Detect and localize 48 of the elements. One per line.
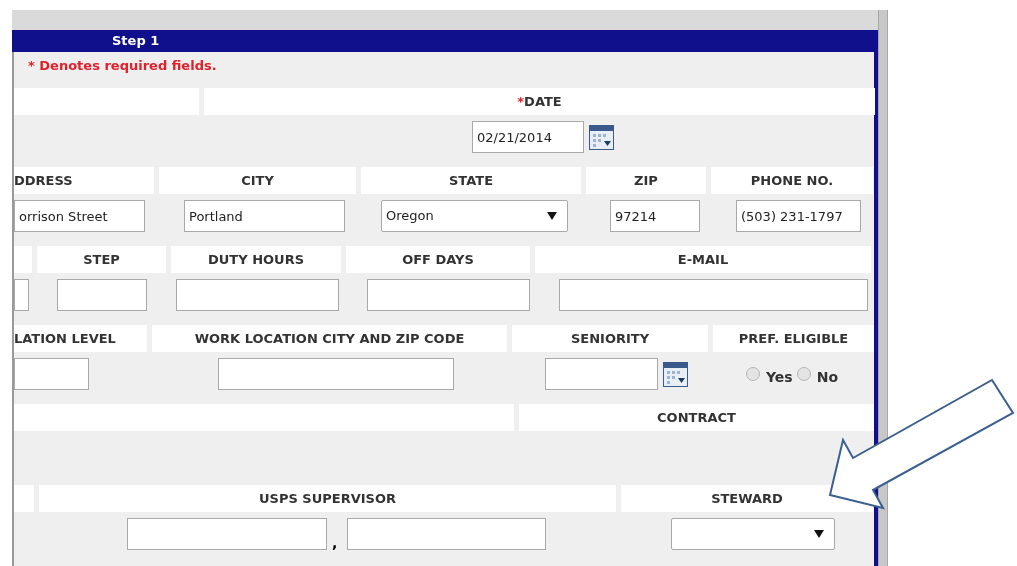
column-header: E-MAIL [677,250,729,269]
radio-button[interactable] [746,367,760,381]
panel-title: Step 1 [112,32,160,51]
blank-header-cell [14,485,34,512]
column-header: SENIORITY [570,329,650,348]
column-header: CONTRACT [657,408,736,427]
date-field[interactable] [545,358,658,390]
text-field[interactable]: orrison Street [14,200,145,232]
column-header: WORK LOCATION CITY AND ZIP CODE [194,329,465,348]
calendar-icon[interactable] [663,361,688,387]
column-header: USPS SUPERVISOR [259,489,396,508]
column-header: DUTY HOURS [208,250,304,269]
text-field[interactable]: 97214 [610,200,700,232]
required-note: * Denotes required fields. [28,57,217,76]
column-header: OFF DAYS [402,250,474,269]
date-field[interactable]: 02/21/2014 [472,121,584,153]
column-header: PREF. ELIGIBLE [738,329,849,348]
radio-button[interactable] [796,367,811,381]
text-field[interactable] [347,518,547,550]
column-header: STATE [449,171,493,190]
dropdown[interactable]: Oregon [381,200,568,232]
caret-icon [547,212,557,220]
calendar-icon[interactable] [589,124,614,150]
column-header: LATION LEVEL [14,329,116,348]
column-header: ZIP [634,171,658,190]
text-field[interactable]: Portland [184,200,345,232]
blank-header-cell [14,246,32,273]
text-field[interactable] [176,279,339,311]
column-header: PHONE NO. [750,171,834,190]
text-field[interactable] [14,279,29,311]
column-header: STEWARD [711,489,783,508]
text-field[interactable] [57,279,147,311]
text-field[interactable] [14,358,89,390]
radio-label: Yes [766,367,793,387]
radio-label: No [816,367,839,387]
column-header: *DATE [517,92,562,111]
separator-text: , [332,534,338,553]
text-field[interactable]: (503) 231-1797 [736,200,861,232]
column-header: DDRESS [14,171,73,190]
text-field[interactable] [218,358,454,390]
caret-icon [814,530,825,538]
text-field[interactable] [127,518,327,550]
column-header: STEP [83,250,120,269]
column-header: CITY [241,171,274,190]
text-field[interactable] [559,279,868,311]
text-field[interactable] [367,279,530,311]
scrollbar[interactable] [878,10,888,566]
dropdown[interactable] [671,518,836,550]
